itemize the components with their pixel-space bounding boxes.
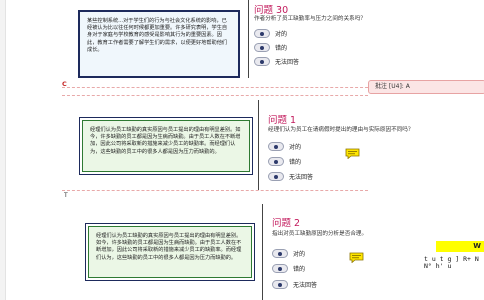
question-1-option-not-given[interactable]: 无法回答 xyxy=(268,170,313,182)
question-30-option-true[interactable]: 对的 xyxy=(254,27,287,39)
radio-icon[interactable] xyxy=(268,171,284,181)
option-label: 对的 xyxy=(275,30,288,38)
question-1-title: 问题 1 xyxy=(268,115,297,126)
radio-icon[interactable] xyxy=(254,28,270,38)
question-2-title: 问题 2 xyxy=(272,218,301,229)
question-1-option-false[interactable]: 错的 xyxy=(268,155,301,167)
passage-middle: 经理们认为员工缺勤的真实原因与员工提出的理由有明显差别。如今，许多缺勤的员工都是… xyxy=(79,117,253,175)
question-30-option-not-given[interactable]: 无法回答 xyxy=(254,55,299,67)
comment-balloon[interactable]: 批注 [U4]: A xyxy=(368,80,484,94)
comment-note-icon[interactable] xyxy=(349,252,364,263)
radio-icon[interactable] xyxy=(272,263,288,273)
option-label: 对的 xyxy=(293,250,306,258)
radio-icon[interactable] xyxy=(268,156,284,166)
option-label: 对的 xyxy=(289,143,302,151)
passage-bottom: 经理们认为员工缺勤的真实原因与员工提出的理由有明显差别。如今，许多缺勤的员工都是… xyxy=(85,223,255,281)
highlight-strip: W xyxy=(436,241,484,252)
highlight-strip-label: W xyxy=(473,242,481,250)
column-divider-middle xyxy=(258,100,259,190)
comment-note-icon[interactable] xyxy=(345,148,360,159)
radio-icon[interactable] xyxy=(254,56,270,66)
radio-icon[interactable] xyxy=(268,141,284,151)
column-divider-top xyxy=(248,0,249,78)
radio-icon[interactable] xyxy=(254,42,270,52)
column-divider-bottom xyxy=(262,204,263,300)
page-edge xyxy=(0,0,6,300)
question-1-description: 经理们认为员工在请病假时提出的理由与实际原因不同吗？ xyxy=(268,127,414,133)
option-label: 错的 xyxy=(293,265,306,273)
question-2-option-not-given[interactable]: 无法回答 xyxy=(272,278,317,290)
question-1-option-true[interactable]: 对的 xyxy=(268,140,301,152)
question-2-option-true[interactable]: 对的 xyxy=(272,247,305,259)
question-30-description: 作者分析了员工缺勤率与压力之间的关系吗？ xyxy=(254,16,366,22)
option-label: 无法回答 xyxy=(289,173,314,181)
question-30-option-false[interactable]: 错的 xyxy=(254,41,287,53)
question-2-option-false[interactable]: 错的 xyxy=(272,262,305,274)
comment-connector-line xyxy=(62,87,368,88)
radio-icon[interactable] xyxy=(272,248,288,258)
option-label: 无法回答 xyxy=(275,58,300,66)
passage-top: 某些控制系统...对于学生们的行为与社会文化系统的影响，已经被认为比以往任何时候… xyxy=(78,10,240,78)
row-divider-1 xyxy=(62,95,368,96)
side-label: t u t g ] R+ N N° h' u xyxy=(424,255,479,270)
option-label: 无法回答 xyxy=(293,281,318,289)
option-label: 错的 xyxy=(289,158,302,166)
text-marker-t: T xyxy=(64,192,68,199)
question-2-description: 指出对员工缺勤原因的分析是否合理。 xyxy=(272,231,368,237)
row-divider-2 xyxy=(62,190,368,191)
option-label: 错的 xyxy=(275,44,288,52)
radio-icon[interactable] xyxy=(272,279,288,289)
